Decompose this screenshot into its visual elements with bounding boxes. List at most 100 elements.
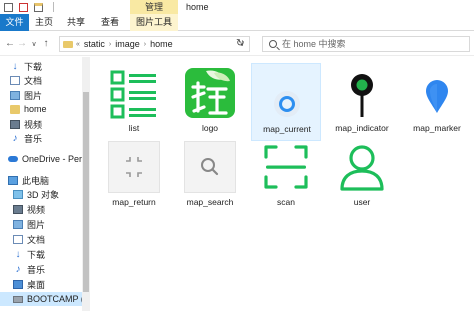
tab-share[interactable]: 共享 bbox=[63, 14, 89, 31]
nav-item-music[interactable]: ♪ 音乐 bbox=[10, 131, 90, 145]
nav-item-music-pc[interactable]: ♪ 音乐 bbox=[13, 262, 90, 276]
refresh-icon[interactable]: ↻ bbox=[236, 38, 244, 49]
breadcrumb-static[interactable]: static bbox=[84, 39, 105, 49]
nav-item-label: 此电脑 bbox=[22, 175, 50, 186]
nav-item-3d-objects[interactable]: 3D 对象 bbox=[13, 187, 90, 201]
map-indicator-icon bbox=[351, 74, 373, 117]
nav-item-this-pc[interactable]: 此电脑 bbox=[8, 173, 90, 187]
up-button[interactable]: ↑ bbox=[40, 38, 52, 49]
folder-icon bbox=[10, 104, 20, 114]
music-icon: ♪ bbox=[12, 132, 18, 144]
map-current-icon bbox=[274, 91, 300, 117]
file-name: map_current bbox=[263, 124, 311, 134]
file-item[interactable]: scan bbox=[251, 137, 321, 215]
manage-tab[interactable]: 管理 bbox=[130, 0, 178, 14]
file-name: map_search bbox=[186, 197, 234, 207]
file-item[interactable]: map_current bbox=[251, 63, 321, 141]
recent-locations-icon[interactable]: ∨ bbox=[28, 40, 40, 48]
tab-home[interactable]: 主页 bbox=[31, 14, 57, 31]
navigation-pane: ↓ 下载 ✎ 文档 ✎ 图片 ✎ home 视频 ♪ 音乐 OneDrive -… bbox=[0, 57, 90, 311]
logo-icon bbox=[185, 68, 235, 118]
nav-item-label: 音乐 bbox=[27, 264, 46, 275]
chevron-right-icon[interactable]: › bbox=[109, 41, 111, 48]
file-item[interactable]: user bbox=[327, 137, 397, 215]
nav-item-label: 下载 bbox=[24, 61, 43, 72]
scan-icon bbox=[264, 145, 308, 189]
nav-item-pictures[interactable]: 图片 ✎ bbox=[10, 88, 90, 102]
address-field[interactable]: « static › image › home ∨ bbox=[59, 36, 250, 52]
nav-item-label: 文档 bbox=[27, 234, 46, 245]
nav-item-label: 视频 bbox=[24, 119, 43, 130]
tab-picture-tools[interactable]: 图片工具 bbox=[130, 14, 178, 31]
nav-item-label: 视频 bbox=[27, 204, 46, 215]
file-name: list bbox=[128, 123, 140, 133]
videos-icon bbox=[13, 204, 23, 214]
documents-icon bbox=[13, 234, 23, 244]
tab-file[interactable]: 文件 bbox=[0, 14, 29, 31]
nav-item-onedrive[interactable]: OneDrive - Perso bbox=[8, 152, 90, 166]
properties-icon[interactable] bbox=[4, 2, 13, 12]
onedrive-icon bbox=[8, 156, 18, 162]
user-icon bbox=[340, 145, 384, 191]
pictures-icon bbox=[13, 219, 23, 229]
nav-item-label: BOOTCAMP (C bbox=[27, 294, 82, 304]
nav-item-label: home bbox=[24, 104, 47, 114]
download-icon: ↓ bbox=[12, 60, 18, 72]
map-return-icon bbox=[126, 157, 142, 177]
checklist-icon[interactable] bbox=[19, 2, 28, 12]
download-icon: ↓ bbox=[15, 248, 21, 260]
new-folder-icon[interactable] bbox=[34, 2, 43, 12]
nav-item-videos[interactable]: 视频 bbox=[10, 117, 90, 131]
search-box[interactable] bbox=[262, 36, 470, 52]
file-name: map_marker bbox=[413, 123, 461, 133]
folder-icon bbox=[63, 40, 73, 48]
overflow-chevron-icon[interactable]: « bbox=[76, 41, 80, 48]
file-item[interactable]: list bbox=[99, 63, 169, 141]
search-input[interactable] bbox=[282, 39, 452, 49]
nav-item-label: 图片 bbox=[27, 219, 46, 230]
toolbar-divider bbox=[53, 2, 54, 12]
nav-scrollbar-thumb[interactable] bbox=[83, 92, 89, 292]
file-view: list logo map_current map_indicator map_… bbox=[90, 57, 474, 311]
nav-item-desktop[interactable]: 桌面 bbox=[13, 277, 90, 291]
tab-view[interactable]: 查看 bbox=[97, 14, 123, 31]
videos-icon bbox=[10, 119, 20, 129]
map-search-icon bbox=[201, 158, 219, 176]
forward-button[interactable]: → bbox=[16, 38, 28, 49]
ribbon-tabs: 文件 主页 共享 查看 图片工具 bbox=[0, 14, 474, 31]
nav-item-home[interactable]: home bbox=[10, 102, 90, 116]
nav-item-label: OneDrive - Perso bbox=[22, 154, 90, 164]
desktop-icon bbox=[13, 279, 23, 289]
nav-item-videos-pc[interactable]: 视频 bbox=[13, 202, 90, 216]
nav-item-bootcamp[interactable]: BOOTCAMP (C bbox=[0, 292, 82, 306]
back-button[interactable]: ← bbox=[4, 38, 16, 49]
breadcrumb-home[interactable]: home bbox=[150, 39, 173, 49]
nav-item-label: 音乐 bbox=[24, 133, 43, 144]
nav-item-label: 桌面 bbox=[27, 279, 46, 290]
nav-item-documents[interactable]: 文档 ✎ bbox=[10, 73, 90, 87]
address-bar: ← → ∨ ↑ « static › image › home ∨ ↻ bbox=[0, 32, 474, 56]
map-marker-icon bbox=[426, 80, 448, 113]
title-bar: 管理 home bbox=[0, 0, 474, 14]
3d-objects-icon bbox=[13, 189, 23, 199]
pictures-icon bbox=[10, 90, 20, 100]
nav-item-label: 下载 bbox=[27, 249, 46, 260]
file-item[interactable]: map_indicator bbox=[327, 63, 397, 141]
file-name: logo bbox=[201, 123, 219, 133]
nav-item-documents-pc[interactable]: 文档 bbox=[13, 232, 90, 246]
nav-item-downloads[interactable]: ↓ 下载 ✎ bbox=[10, 59, 90, 73]
file-item[interactable]: map_return bbox=[99, 137, 169, 215]
file-item[interactable]: logo bbox=[175, 63, 245, 141]
breadcrumb-image[interactable]: image bbox=[115, 39, 140, 49]
nav-item-pictures-pc[interactable]: 图片 bbox=[13, 217, 90, 231]
drive-icon bbox=[13, 295, 23, 303]
quick-access-toolbar bbox=[0, 2, 54, 12]
documents-icon bbox=[10, 75, 20, 85]
search-icon bbox=[269, 40, 277, 48]
file-item[interactable]: map_search bbox=[175, 137, 245, 215]
chevron-right-icon[interactable]: › bbox=[144, 41, 146, 48]
nav-item-downloads-pc[interactable]: ↓ 下载 bbox=[13, 247, 90, 261]
file-item[interactable]: map_marker bbox=[402, 63, 472, 141]
list-icon bbox=[110, 70, 156, 119]
file-name: map_return bbox=[112, 197, 156, 207]
